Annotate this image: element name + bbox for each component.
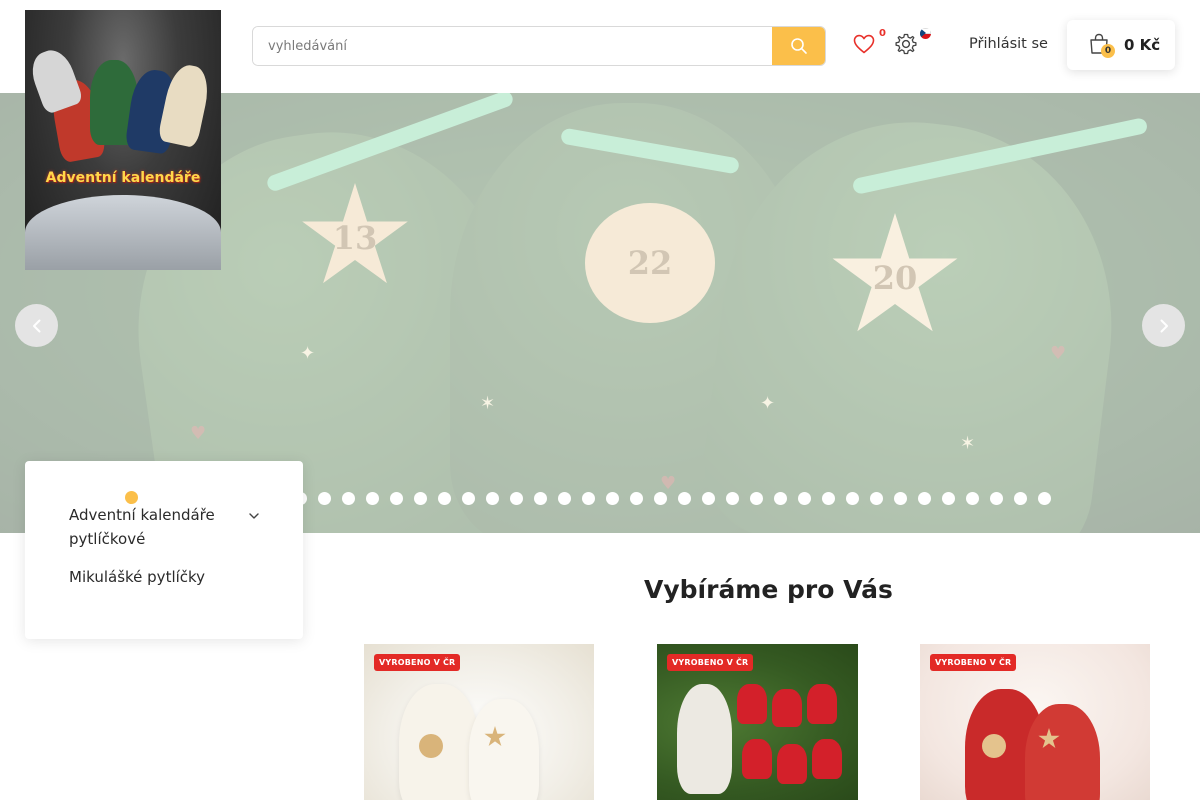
slider-dot[interactable] (966, 492, 979, 505)
search-button[interactable] (772, 27, 825, 65)
slider-dot[interactable] (390, 492, 403, 505)
slider-prev-button[interactable] (15, 304, 58, 347)
product-card[interactable]: VYROBENO V ČR (364, 644, 594, 800)
category-item-mikulas[interactable]: Mikulášké pytlíčky (69, 565, 205, 589)
slider-dot[interactable] (318, 492, 331, 505)
slider-pagination (294, 492, 1051, 505)
product-pouch (469, 699, 539, 800)
product-pouch (812, 739, 842, 779)
slider-dot[interactable] (342, 492, 355, 505)
slider-dot[interactable] (918, 492, 931, 505)
product-pouch (1025, 704, 1100, 800)
product-card[interactable]: VYROBENO V ČR (657, 644, 858, 800)
slider-dot[interactable] (894, 492, 907, 505)
slider-dot[interactable] (462, 492, 475, 505)
slider-dot[interactable] (606, 492, 619, 505)
slider-dot[interactable] (702, 492, 715, 505)
product-pouch (772, 689, 802, 727)
site-logo[interactable]: Adventní kalendáře (25, 10, 221, 270)
slider-dot[interactable] (582, 492, 595, 505)
slider-dot[interactable] (822, 492, 835, 505)
search-bar (252, 26, 826, 66)
heart-icon[interactable] (852, 32, 876, 56)
slider-dot[interactable] (798, 492, 811, 505)
slider-dot[interactable] (1014, 492, 1027, 505)
made-in-cz-badge: VYROBENO V ČR (667, 654, 754, 671)
product-pouch (807, 684, 837, 724)
search-icon (790, 38, 807, 54)
slider-dot[interactable] (366, 492, 379, 505)
search-input[interactable] (253, 27, 772, 65)
product-tag (982, 734, 1006, 758)
slider-dot[interactable] (1038, 492, 1051, 505)
chevron-right-icon (1160, 319, 1168, 332)
slider-dot[interactable] (726, 492, 739, 505)
slider-dot[interactable] (774, 492, 787, 505)
cart-count-badge: 0 (1101, 44, 1115, 58)
made-in-cz-badge: VYROBENO V ČR (374, 654, 461, 671)
logo-snow (25, 195, 221, 270)
logo-pouch (25, 44, 85, 116)
slider-dot[interactable] (990, 492, 1003, 505)
slider-dot[interactable] (510, 492, 523, 505)
slider-dot[interactable] (630, 492, 643, 505)
slider-dot[interactable] (870, 492, 883, 505)
slider-dot[interactable] (414, 492, 427, 505)
slider-dot[interactable] (654, 492, 667, 505)
favorites-count: 0 (879, 28, 886, 39)
slider-dot[interactable] (678, 492, 691, 505)
chevron-left-icon (32, 319, 40, 332)
chevron-down-icon[interactable] (247, 509, 261, 523)
product-pouch (737, 684, 767, 724)
product-pouch (777, 744, 807, 784)
slider-dot[interactable] (846, 492, 859, 505)
made-in-cz-badge: VYROBENO V ČR (930, 654, 1017, 671)
product-tag (419, 734, 443, 758)
slider-dot[interactable] (438, 492, 451, 505)
product-pouch (677, 684, 732, 794)
slider-dot[interactable] (750, 492, 763, 505)
login-link[interactable]: Přihlásit se (969, 36, 1048, 52)
category-item-advent[interactable]: Adventní kalendáře pytlíčkové (69, 503, 229, 551)
product-card[interactable]: VYROBENO V ČR (920, 644, 1150, 800)
logo-title: Adventní kalendáře (45, 170, 201, 186)
cart-total: 0 Kč (1124, 36, 1161, 54)
gear-icon[interactable] (894, 32, 918, 56)
czech-flag-icon[interactable] (920, 28, 931, 39)
section-title: Vybíráme pro Vás (644, 575, 893, 604)
slider-dot[interactable] (534, 492, 547, 505)
slider-dot[interactable] (942, 492, 955, 505)
product-pouch (742, 739, 772, 779)
cart-button[interactable]: 0 0 Kč (1067, 20, 1175, 70)
slider-dot[interactable] (486, 492, 499, 505)
slider-dot[interactable] (558, 492, 571, 505)
category-menu: Adventní kalendáře pytlíčkové Mikulášké … (25, 461, 303, 639)
slider-next-button[interactable] (1142, 304, 1185, 347)
